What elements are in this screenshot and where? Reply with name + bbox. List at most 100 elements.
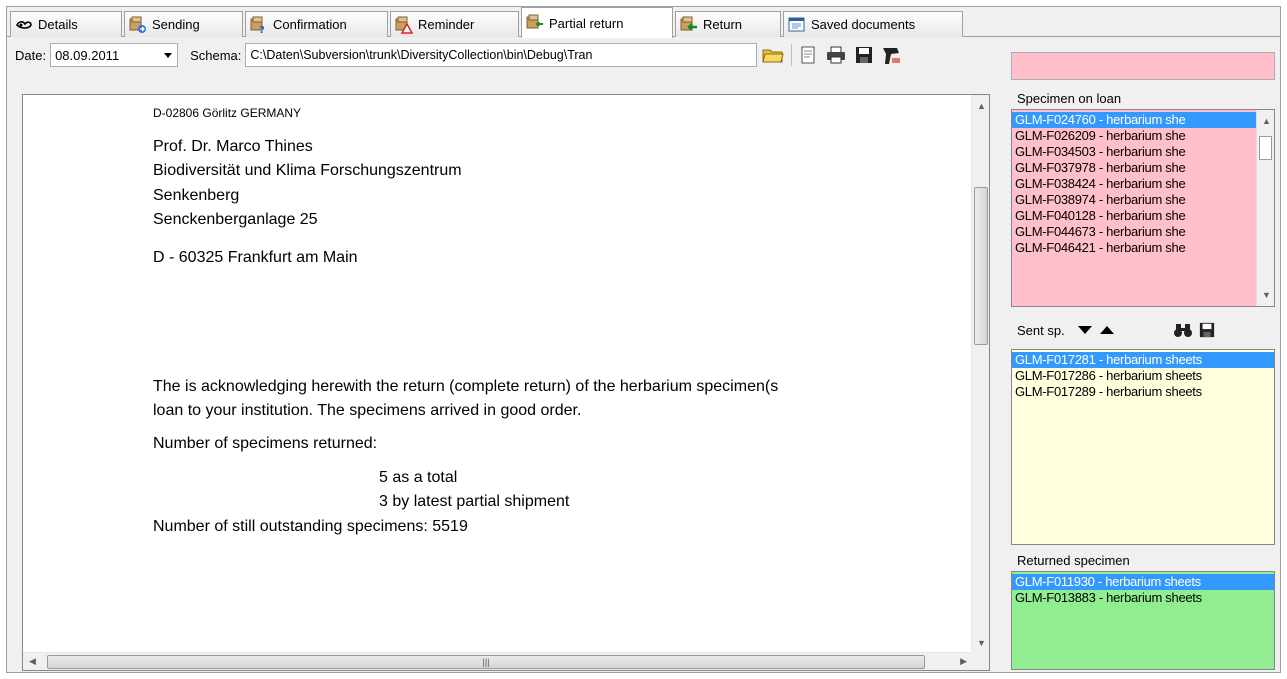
schema-path-value: C:\Daten\Subversion\trunk\DiversityColle…: [250, 48, 593, 62]
list-item[interactable]: GLM-F044673 - herbarium she: [1012, 224, 1256, 240]
document-icon: [801, 46, 815, 64]
vertical-scroll-thumb[interactable]: [974, 187, 988, 345]
barcode-scanner-icon: [883, 48, 900, 64]
scrollbar-corner: [971, 652, 989, 670]
returned-specimen-items: GLM-F011930 - herbarium sheets GLM-F0138…: [1012, 572, 1274, 606]
confirmation-icon: ?: [250, 16, 265, 34]
main-window: Details Sending ? Confirmation Reminder …: [6, 6, 1281, 673]
specimen-on-loan-label: Specimen on loan: [1017, 91, 1122, 106]
recipient-city: D - 60325 Frankfurt am Main: [153, 249, 358, 267]
tab-confirmation-label: Confirmation: [273, 17, 347, 32]
search-input[interactable]: [1011, 52, 1275, 80]
details-icon: [16, 20, 32, 29]
sender-address: D-02806 Görlitz GERMANY: [153, 106, 302, 120]
tab-details[interactable]: Details: [10, 11, 122, 37]
scroll-left-arrow-icon[interactable]: ◀: [29, 656, 36, 667]
toolbar-separator: [791, 44, 793, 66]
recipient-institution: Biodiversität und Klima Forschungszentru…: [153, 162, 462, 180]
scanner-button[interactable]: [880, 43, 904, 67]
tab-return[interactable]: Return: [675, 11, 781, 37]
saved-documents-icon: [788, 17, 805, 31]
list-item[interactable]: GLM-F017281 - herbarium sheets: [1012, 352, 1274, 368]
tab-reminder-label: Reminder: [418, 17, 475, 32]
specimen-on-loan-items: GLM-F024760 - herbarium she GLM-F026209 …: [1012, 112, 1256, 256]
document-content: D-02806 Görlitz GERMANY Prof. Dr. Marco …: [23, 95, 973, 654]
folder-icon: [762, 49, 785, 63]
specimen-list-scrollbar[interactable]: ▲ ▼: [1256, 110, 1274, 306]
sent-specimen-toolbar: Sent sp.: [1011, 315, 1275, 345]
body-text-line2: loan to your institution. The specimens …: [153, 402, 582, 420]
sent-specimen-list[interactable]: GLM-F017281 - herbarium sheets GLM-F0172…: [1011, 349, 1275, 545]
document-horizontal-scrollbar[interactable]: ◀ ||| ▶: [23, 652, 973, 670]
scroll-down-arrow-icon[interactable]: ▼: [1262, 290, 1271, 300]
partial-return-icon: [526, 14, 543, 29]
recipient-street: Senckenberganlage 25: [153, 210, 318, 228]
tab-partial-return-label: Partial return: [549, 15, 624, 31]
tab-bar: Details Sending ? Confirmation Reminder …: [7, 7, 1280, 38]
date-picker[interactable]: 08.09.2011: [50, 43, 179, 67]
list-item[interactable]: GLM-F037978 - herbarium she: [1012, 160, 1256, 176]
list-item[interactable]: GLM-F034503 - herbarium she: [1012, 144, 1256, 160]
partial-return-pane: Date: 08.09.2011 Schema: C:\Daten\Subver…: [7, 37, 1280, 672]
total-returned: 5 as a total: [379, 468, 458, 486]
document-vertical-scrollbar[interactable]: ▲ ▼: [971, 95, 989, 654]
list-item[interactable]: GLM-F011930 - herbarium sheets: [1012, 574, 1274, 590]
scroll-down-arrow-icon[interactable]: ▼: [977, 638, 986, 648]
save-button[interactable]: [852, 43, 876, 67]
schema-label: Schema:: [190, 47, 242, 63]
save-icon: [856, 47, 873, 63]
list-item[interactable]: GLM-F038424 - herbarium she: [1012, 176, 1256, 192]
chevron-down-icon[interactable]: [163, 50, 173, 60]
list-item[interactable]: GLM-F024760 - herbarium she: [1012, 112, 1256, 128]
svg-text:?: ?: [259, 25, 265, 34]
horizontal-scroll-thumb[interactable]: |||: [47, 655, 925, 669]
tab-saved-documents[interactable]: Saved documents: [783, 11, 963, 37]
list-item[interactable]: GLM-F046421 - herbarium she: [1012, 240, 1256, 256]
list-item[interactable]: GLM-F017289 - herbarium sheets: [1012, 384, 1274, 400]
document-preview[interactable]: D-02806 Görlitz GERMANY Prof. Dr. Marco …: [22, 94, 990, 671]
list-item[interactable]: GLM-F013883 - herbarium sheets: [1012, 590, 1274, 606]
toolbar: Date: 08.09.2011 Schema: C:\Daten\Subver…: [7, 37, 1005, 73]
tab-sending-label: Sending: [152, 17, 200, 32]
list-item[interactable]: GLM-F038974 - herbarium she: [1012, 192, 1256, 208]
tab-details-label: Details: [38, 17, 78, 32]
printer-icon: [827, 46, 846, 64]
move-up-icon[interactable]: [1099, 324, 1115, 336]
sending-icon: [129, 16, 146, 33]
tab-confirmation[interactable]: ? Confirmation: [245, 11, 388, 37]
document-button[interactable]: [796, 43, 820, 67]
tab-partial-return[interactable]: Partial return: [521, 7, 673, 38]
binoculars-icon[interactable]: [1173, 322, 1193, 338]
tab-reminder[interactable]: Reminder: [390, 11, 519, 37]
outstanding-count: Number of still outstanding specimens: 5…: [153, 517, 468, 535]
print-button[interactable]: [824, 43, 848, 67]
list-item[interactable]: GLM-F026209 - herbarium she: [1012, 128, 1256, 144]
list-item[interactable]: GLM-F040128 - herbarium she: [1012, 208, 1256, 224]
tab-saved-documents-label: Saved documents: [811, 17, 916, 32]
returned-specimen-list[interactable]: GLM-F011930 - herbarium sheets GLM-F0138…: [1011, 571, 1275, 670]
save-icon[interactable]: [1199, 322, 1215, 338]
open-schema-button[interactable]: [761, 43, 785, 67]
date-value: 08.09.2011: [55, 47, 120, 63]
specimen-list-scroll-thumb[interactable]: [1259, 136, 1272, 160]
returned-specimen-label: Returned specimen: [1017, 553, 1130, 568]
scroll-up-arrow-icon[interactable]: ▲: [1262, 116, 1271, 126]
specimen-on-loan-list[interactable]: GLM-F024760 - herbarium she GLM-F026209 …: [1011, 109, 1275, 307]
partial-returned: 3 by latest partial shipment: [379, 493, 570, 511]
move-down-icon[interactable]: [1077, 324, 1093, 336]
body-text-line1: The is acknowledging herewith the return…: [153, 377, 779, 395]
reminder-icon: [395, 16, 413, 34]
recipient-name: Prof. Dr. Marco Thines: [153, 137, 313, 155]
tab-return-label: Return: [703, 17, 743, 32]
schema-path-field[interactable]: C:\Daten\Subversion\trunk\DiversityColle…: [245, 43, 758, 67]
right-panel: Specimen on loan GLM-F024760 - herbarium…: [1011, 37, 1277, 672]
tab-sending[interactable]: Sending: [124, 11, 243, 37]
date-label: Date:: [15, 47, 47, 63]
sent-specimen-items: GLM-F017281 - herbarium sheets GLM-F0172…: [1012, 350, 1274, 400]
recipient-organization: Senkenberg: [153, 186, 240, 204]
list-item[interactable]: GLM-F017286 - herbarium sheets: [1012, 368, 1274, 384]
sent-specimen-label: Sent sp.: [1017, 322, 1065, 338]
scroll-up-arrow-icon[interactable]: ▲: [977, 101, 986, 111]
returned-count-label: Number of specimens returned:: [153, 434, 378, 452]
scroll-right-arrow-icon[interactable]: ▶: [960, 656, 967, 667]
